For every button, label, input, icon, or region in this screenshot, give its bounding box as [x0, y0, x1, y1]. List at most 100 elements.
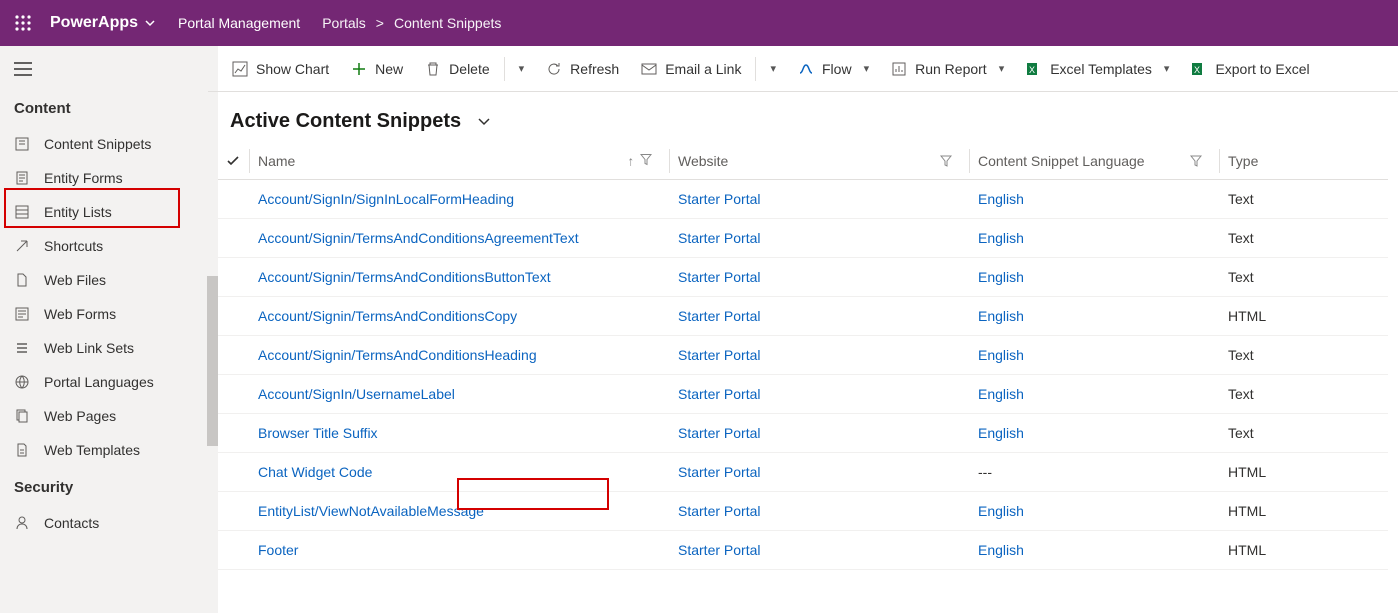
cell-name: Account/SignIn/UsernameLabel	[250, 375, 670, 414]
table-row[interactable]: Account/Signin/TermsAndConditionsAgreeme…	[218, 219, 1388, 258]
excel-templates-button[interactable]: X Excel Templates ▾	[1016, 55, 1179, 83]
table-row[interactable]: FooterStarter PortalEnglishHTML	[218, 531, 1388, 570]
table-row[interactable]: Account/SignIn/UsernameLabel Starter Port…	[218, 375, 1388, 414]
website-link[interactable]: Starter Portal	[678, 503, 760, 519]
website-link[interactable]: Starter Portal	[678, 464, 760, 480]
website-link[interactable]: Starter Portal	[678, 347, 760, 363]
environment-name[interactable]: Portal Management	[178, 15, 300, 31]
sidebar-item-contacts[interactable]: Contacts	[0, 506, 207, 540]
website-link[interactable]: Starter Portal	[678, 269, 760, 285]
record-link[interactable]: Account/Signin/TermsAndConditionsAgreeme…	[258, 230, 579, 246]
export-excel-button[interactable]: X Export to Excel	[1181, 55, 1319, 83]
breadcrumb-item[interactable]: Portals	[322, 15, 366, 31]
record-link[interactable]: EntityList/ViewNotAvailableMessage	[258, 503, 484, 519]
cell-select[interactable]	[218, 531, 250, 570]
sidebar-item-shortcuts[interactable]: Shortcuts	[0, 229, 207, 263]
table-row[interactable]: Chat Widget CodeStarter Portal---HTML	[218, 453, 1388, 492]
brand-name[interactable]: PowerApps	[50, 14, 138, 32]
sidebar-item-entity-forms[interactable]: Entity Forms	[0, 161, 207, 195]
website-link[interactable]: Starter Portal	[678, 542, 760, 558]
sidebar-item-web-templates[interactable]: Web Templates	[0, 433, 207, 467]
flow-button[interactable]: Flow ▾	[788, 55, 879, 83]
table-row[interactable]: Account/Signin/TermsAndConditionsButtonT…	[218, 258, 1388, 297]
cell-select[interactable]	[218, 492, 250, 531]
table-row[interactable]: Account/Signin/TermsAndConditionsHeading…	[218, 336, 1388, 375]
cell-select[interactable]	[218, 453, 250, 492]
table-row[interactable]: Account/Signin/TermsAndConditionsCopy Sta…	[218, 297, 1388, 336]
cell-select[interactable]	[218, 219, 250, 258]
view-selector-button[interactable]	[477, 115, 491, 129]
record-link[interactable]: Browser Title Suffix	[258, 425, 378, 441]
cell-select[interactable]	[218, 375, 250, 414]
language-link[interactable]: English	[978, 425, 1024, 441]
website-link[interactable]: Starter Portal	[678, 230, 760, 246]
language-link[interactable]: English	[978, 542, 1024, 558]
email-link-split-button[interactable]: ▾	[760, 56, 786, 81]
column-header-language[interactable]: Content Snippet Language	[970, 143, 1220, 180]
view-header: Active Content Snippets	[208, 92, 1398, 143]
filter-icon[interactable]	[940, 155, 952, 167]
filter-icon[interactable]	[1190, 155, 1202, 167]
column-header-type[interactable]: Type	[1220, 143, 1388, 180]
table-row[interactable]: EntityList/ViewNotAvailableMessage Starte…	[218, 492, 1388, 531]
new-button[interactable]: New	[341, 55, 413, 83]
sidebar-item-web-files[interactable]: Web Files	[0, 263, 207, 297]
cell-select[interactable]	[218, 258, 250, 297]
command-bar: Show Chart New Delete ▾ Refresh Email a …	[208, 46, 1398, 92]
list-icon	[14, 204, 32, 220]
website-link[interactable]: Starter Portal	[678, 425, 760, 441]
breadcrumb-item[interactable]: Content Snippets	[394, 15, 501, 31]
record-link[interactable]: Chat Widget Code	[258, 464, 372, 480]
cell-name: Account/Signin/TermsAndConditionsHeading	[250, 336, 670, 375]
cell-select[interactable]	[218, 297, 250, 336]
sort-asc-icon[interactable]: ↑	[628, 154, 635, 169]
record-link[interactable]: Account/SignIn/SignInLocalFormHeading	[258, 191, 514, 207]
column-header-website[interactable]: Website	[670, 143, 970, 180]
column-header-name[interactable]: Name ↑	[250, 143, 670, 180]
language-link[interactable]: English	[978, 386, 1024, 402]
main-content: Show Chart New Delete ▾ Refresh Email a …	[208, 46, 1398, 613]
language-link[interactable]: English	[978, 308, 1024, 324]
email-link-button[interactable]: Email a Link	[631, 55, 751, 83]
record-link[interactable]: Account/SignIn/UsernameLabel	[258, 386, 455, 402]
record-link[interactable]: Footer	[258, 542, 298, 558]
record-link[interactable]: Account/Signin/TermsAndConditionsCopy	[258, 308, 517, 324]
brand-chevron-icon[interactable]	[144, 17, 156, 29]
checkmark-icon	[226, 154, 240, 168]
table-row[interactable]: Browser Title Suffix Starter Portal Englis…	[218, 414, 1388, 453]
column-label: Name	[258, 153, 295, 169]
column-select-all[interactable]	[218, 143, 250, 180]
website-link[interactable]: Starter Portal	[678, 386, 760, 402]
show-chart-button[interactable]: Show Chart	[222, 55, 339, 83]
language-link[interactable]: English	[978, 191, 1024, 207]
record-link[interactable]: Account/Signin/TermsAndConditionsButtonT…	[258, 269, 551, 285]
webform-icon	[14, 306, 32, 322]
cell-type: HTML	[1220, 297, 1388, 336]
website-link[interactable]: Starter Portal	[678, 308, 760, 324]
sidebar-item-web-link-sets[interactable]: Web Link Sets	[0, 331, 207, 365]
website-link[interactable]: Starter Portal	[678, 191, 760, 207]
filter-icon[interactable]	[640, 154, 652, 169]
delete-split-button[interactable]: ▾	[509, 56, 535, 81]
sidebar-toggle-button[interactable]	[0, 50, 207, 88]
flow-label: Flow	[822, 61, 852, 77]
sidebar-item-content-snippets[interactable]: Content Snippets	[0, 127, 207, 161]
language-link[interactable]: English	[978, 230, 1024, 246]
sidebar-item-portal-languages[interactable]: Portal Languages	[0, 365, 207, 399]
delete-button[interactable]: Delete	[415, 55, 499, 83]
run-report-button[interactable]: Run Report ▾	[881, 55, 1014, 83]
cell-select[interactable]	[218, 414, 250, 453]
sidebar-item-web-forms[interactable]: Web Forms	[0, 297, 207, 331]
app-launcher-button[interactable]	[8, 8, 38, 38]
sidebar-item-entity-lists[interactable]: Entity Lists	[0, 195, 207, 229]
cell-website: Starter Portal	[670, 336, 970, 375]
cell-select[interactable]	[218, 336, 250, 375]
table-row[interactable]: Account/SignIn/SignInLocalFormHeading Sta…	[218, 180, 1388, 219]
sidebar-item-web-pages[interactable]: Web Pages	[0, 399, 207, 433]
cell-select[interactable]	[218, 180, 250, 219]
language-link[interactable]: English	[978, 503, 1024, 519]
record-link[interactable]: Account/Signin/TermsAndConditionsHeading	[258, 347, 537, 363]
language-link[interactable]: English	[978, 269, 1024, 285]
refresh-button[interactable]: Refresh	[536, 55, 629, 83]
language-link[interactable]: English	[978, 347, 1024, 363]
